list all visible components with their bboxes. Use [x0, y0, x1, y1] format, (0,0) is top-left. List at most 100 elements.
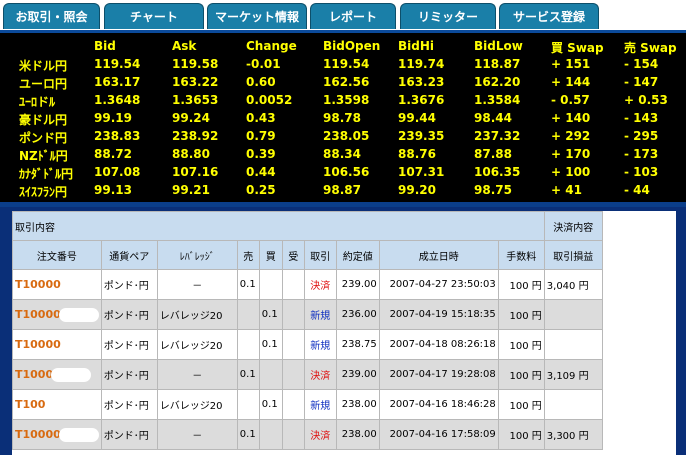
- quote-bidhi: 1.3676: [398, 93, 445, 107]
- quote-bidhi: 119.74: [398, 57, 445, 71]
- trade-history-panel: 取引内容 決済内容 注文番号 通貨ペア ﾚﾊﾞﾚｯｼﾞ 売 買 受 取引 約定値…: [12, 211, 676, 455]
- profit-loss: 3,300 円: [543, 419, 603, 450]
- tab-market-info[interactable]: マーケット情報: [207, 3, 307, 29]
- tab-bar: お取引・照会 チャート マーケット情報 レポート リミッター サービス登録: [0, 0, 686, 30]
- quote-bid: 1.3648: [94, 93, 141, 107]
- col-sell-swap: 売 Swap: [624, 41, 677, 55]
- trade-history-table: 取引内容 決済内容 注文番号 通貨ペア ﾚﾊﾞﾚｯｼﾞ 売 買 受 取引 約定値…: [12, 211, 603, 450]
- order-link[interactable]: T1000: [15, 368, 53, 381]
- quote-ask: 238.92: [172, 129, 219, 143]
- execution-datetime: 2007-04-19 15:18:35: [378, 299, 499, 330]
- quote-pair: ｽｲｽﾌﾗﾝ円: [19, 185, 68, 199]
- trade-type: 決済: [303, 269, 337, 300]
- quote-sell-swap: - 173: [624, 147, 659, 161]
- trade-type: 決済: [303, 419, 337, 450]
- quote-buy-swap: + 100: [551, 165, 591, 179]
- execution-price: 236.00: [335, 299, 380, 330]
- order-number[interactable]: T100: [12, 389, 102, 420]
- col-bidopen: BidOpen: [323, 39, 381, 53]
- quote-sell-swap: - 143: [624, 111, 659, 125]
- quote-bidopen: 106.56: [323, 165, 370, 179]
- tab-report[interactable]: レポート: [310, 3, 396, 29]
- quote-bid: 107.08: [94, 165, 141, 179]
- quote-pair: ポンド円: [19, 131, 68, 145]
- leverage: レバレッジ20: [156, 329, 238, 360]
- quote-sell-swap: - 44: [624, 183, 650, 197]
- sell-amount: 0.1: [236, 359, 260, 390]
- scrollbar[interactable]: [676, 211, 686, 455]
- col-datetime: 成立日時: [378, 240, 499, 270]
- tab-chart[interactable]: チャート: [104, 3, 204, 29]
- sell-amount: [236, 389, 260, 420]
- sell-amount: [236, 299, 260, 330]
- quote-bidhi: 107.31: [398, 165, 445, 179]
- buy-amount: [258, 419, 283, 450]
- buy-amount: 0.1: [258, 389, 283, 420]
- quote-ask: 88.80: [172, 147, 210, 161]
- currency-pair: ポンド･円: [100, 389, 158, 420]
- quote-bid: 163.17: [94, 75, 141, 89]
- quote-bidopen: 98.78: [323, 111, 361, 125]
- quote-ask: 99.21: [172, 183, 210, 197]
- order-number[interactable]: T10000: [12, 419, 102, 450]
- quote-bidlow: 162.20: [474, 75, 521, 89]
- quote-bidopen: 238.05: [323, 129, 370, 143]
- execution-datetime: 2007-04-17 19:28:08: [378, 359, 499, 390]
- table-row: T10000 ポンド･円 レバレッジ20 0.1 新規 238.75 2007-…: [12, 329, 603, 360]
- col-price: 約定値: [335, 240, 380, 270]
- quote-bidhi: 88.76: [398, 147, 436, 161]
- quote-sell-swap: - 295: [624, 129, 659, 143]
- quote-change: 0.79: [246, 129, 276, 143]
- order-number[interactable]: T10000: [12, 269, 102, 300]
- table-row: T10000 ポンド･円 － 0.1 決済 239.00 2007-04-27 …: [12, 269, 603, 300]
- execution-price: 239.00: [335, 359, 380, 390]
- trade-type: 新規: [303, 389, 337, 420]
- quote-buy-swap: + 144: [551, 75, 591, 89]
- execution-price: 238.00: [335, 389, 380, 420]
- execution-price: 239.00: [335, 269, 380, 300]
- execution-datetime: 2007-04-16 17:58:09: [378, 419, 499, 450]
- quote-ask: 163.22: [172, 75, 219, 89]
- receive-amount: [281, 299, 305, 330]
- quote-bidlow: 1.3584: [474, 93, 521, 107]
- quote-pair: 米ドル円: [19, 59, 68, 73]
- trade-type: 新規: [303, 329, 337, 360]
- order-link[interactable]: T10000: [15, 308, 61, 321]
- order-number[interactable]: T10000: [12, 299, 102, 330]
- order-number[interactable]: T1000: [12, 359, 102, 390]
- quote-change: 0.25: [246, 183, 276, 197]
- quote-sell-swap: - 103: [624, 165, 659, 179]
- quote-bid: 99.19: [94, 111, 132, 125]
- col-receive: 受: [281, 240, 305, 270]
- quote-bidlow: 237.32: [474, 129, 521, 143]
- quote-change: -0.01: [246, 57, 281, 71]
- quote-pair: NZﾄﾞﾙ円: [19, 149, 68, 163]
- profit-loss: [543, 389, 603, 420]
- buy-amount: [258, 359, 283, 390]
- quote-sell-swap: + 0.53: [624, 93, 668, 107]
- quote-bidlow: 98.75: [474, 183, 512, 197]
- quote-ask: 107.16: [172, 165, 219, 179]
- profit-loss: [543, 329, 603, 360]
- order-link[interactable]: T100: [15, 398, 45, 411]
- quote-board: Bid Ask Change BidOpen BidHi BidLow 買 Sw…: [0, 30, 686, 202]
- execution-datetime: 2007-04-27 23:50:03: [378, 269, 499, 300]
- quote-bidhi: 99.20: [398, 183, 436, 197]
- tab-service-registration[interactable]: サービス登録: [499, 3, 599, 29]
- col-order-no: 注文番号: [12, 240, 102, 270]
- buy-amount: [258, 269, 283, 300]
- order-link[interactable]: T10000: [15, 278, 61, 291]
- quote-ask: 119.58: [172, 57, 219, 71]
- col-pnl: 取引損益: [543, 240, 603, 270]
- order-number[interactable]: T10000: [12, 329, 102, 360]
- quote-pair: ｶﾅﾀﾞﾄﾞﾙ円: [19, 167, 74, 181]
- quote-pair: ユーロ円: [19, 77, 68, 91]
- leverage: －: [156, 269, 238, 300]
- receive-amount: [281, 359, 305, 390]
- tab-trading[interactable]: お取引・照会: [3, 3, 100, 29]
- order-link[interactable]: T10000: [15, 428, 61, 441]
- leverage: レバレッジ20: [156, 299, 238, 330]
- order-link[interactable]: T10000: [15, 338, 61, 351]
- tab-limiter[interactable]: リミッター: [400, 3, 496, 29]
- profit-loss: [543, 299, 603, 330]
